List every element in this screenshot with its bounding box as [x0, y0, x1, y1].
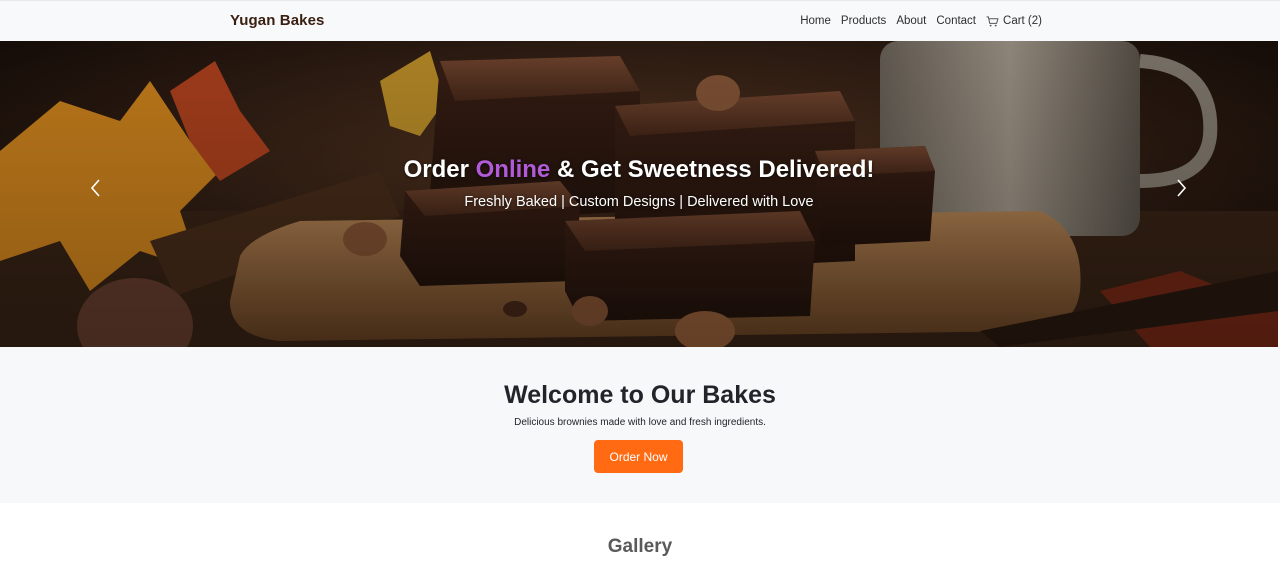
hero-title-part1: Order — [403, 156, 476, 183]
order-now-button[interactable]: Order Now — [594, 440, 683, 473]
hero-carousel: Order Online & Get Sweetness Delivered! … — [0, 41, 1278, 347]
nav-link-products[interactable]: Products — [841, 15, 886, 27]
nav-links: Home Products About Contact Cart (2) — [790, 15, 1042, 27]
navbar: Yugan Bakes Home Products About Contact … — [0, 0, 1280, 41]
carousel-next-button[interactable] — [1173, 177, 1189, 199]
hero-subtitle: Freshly Baked | Custom Designs | Deliver… — [464, 194, 814, 210]
welcome-title: Welcome to Our Bakes — [504, 381, 776, 409]
brand-logo[interactable]: Yugan Bakes — [230, 12, 324, 29]
nav-link-about[interactable]: About — [896, 15, 926, 27]
hero-title-part2: & Get Sweetness Delivered! — [550, 156, 875, 183]
chevron-right-icon — [1177, 179, 1187, 197]
welcome-section: Welcome to Our Bakes Delicious brownies … — [0, 347, 1280, 503]
hero-title: Order Online & Get Sweetness Delivered! — [0, 156, 1278, 184]
nav-link-cart[interactable]: Cart (2) — [986, 15, 1042, 27]
hero-title-accent: Online — [475, 156, 551, 183]
cart-label: Cart (2) — [1003, 15, 1042, 27]
gallery-title: Gallery — [607, 536, 673, 557]
cart-icon — [986, 15, 999, 27]
nav-link-contact[interactable]: Contact — [936, 15, 976, 27]
chevron-left-icon — [90, 179, 100, 197]
carousel-prev-button[interactable] — [88, 177, 104, 199]
welcome-text: Delicious brownies made with love and fr… — [514, 417, 766, 428]
nav-link-home[interactable]: Home — [800, 15, 831, 27]
